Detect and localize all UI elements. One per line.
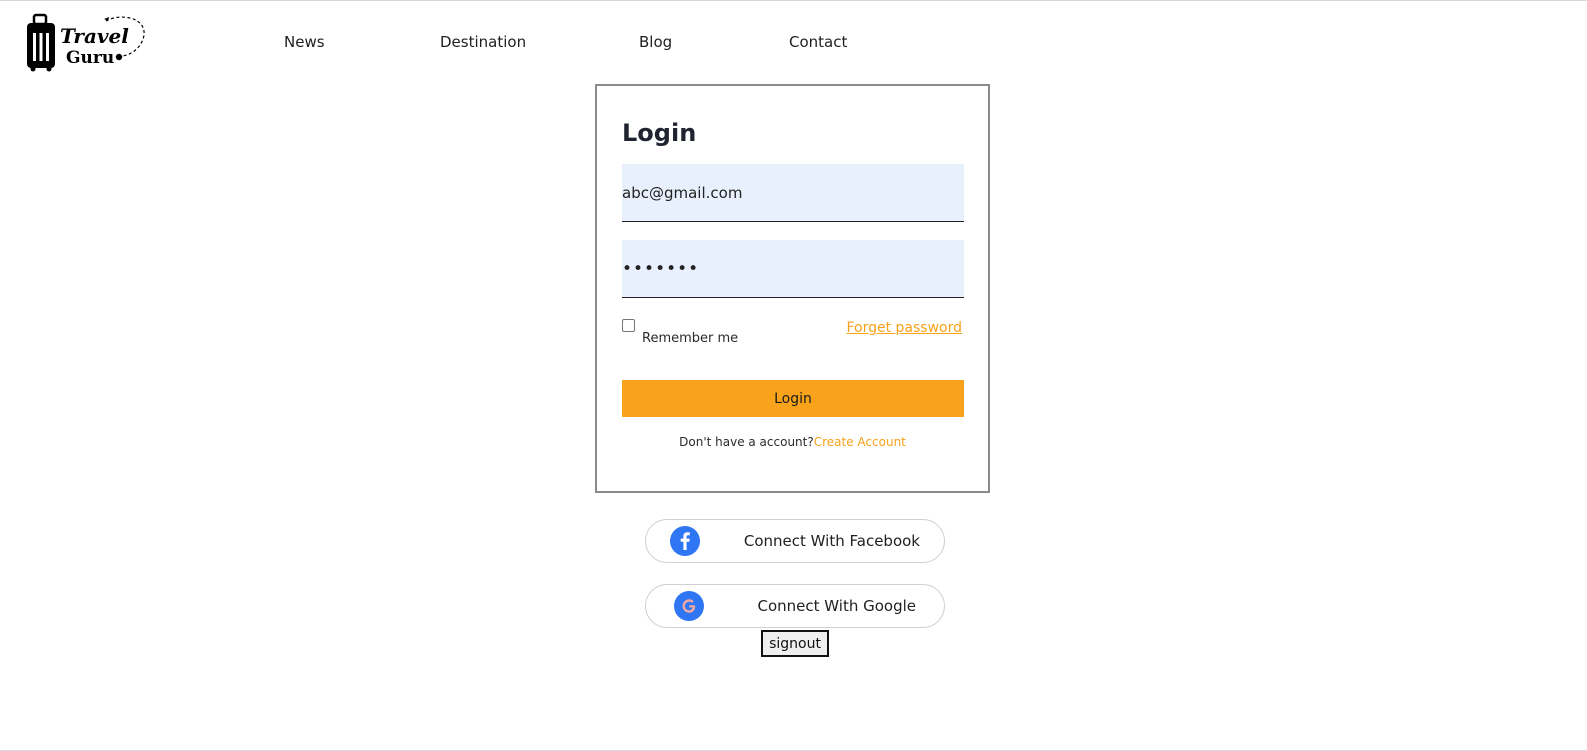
forget-password-link[interactable]: Forget password — [846, 320, 962, 336]
connect-google-button[interactable]: Connect With Google — [645, 584, 945, 628]
remember-me-checkbox[interactable] — [622, 319, 635, 332]
nav-destination[interactable]: Destination — [440, 33, 526, 51]
create-account-line: Don't have a account?Create Account — [597, 435, 988, 449]
facebook-icon — [670, 526, 700, 556]
login-button[interactable]: Login — [622, 380, 964, 417]
login-title: Login — [622, 119, 697, 147]
facebook-label: Connect With Facebook — [743, 532, 920, 550]
google-label: Connect With Google — [757, 597, 916, 615]
email-field[interactable] — [622, 164, 964, 222]
remember-me-label: Remember me — [642, 331, 739, 346]
travel-guru-logo[interactable]: Travel Guru — [24, 13, 148, 73]
login-card: Login Remember me Forget password Login … — [595, 84, 990, 493]
svg-text:Guru: Guru — [66, 48, 114, 68]
connect-facebook-button[interactable]: Connect With Facebook — [645, 519, 945, 563]
nav-contact[interactable]: Contact — [789, 33, 847, 51]
no-account-text: Don't have a account? — [679, 435, 814, 449]
nav-blog[interactable]: Blog — [639, 33, 672, 51]
create-account-link[interactable]: Create Account — [814, 435, 906, 449]
nav-news[interactable]: News — [284, 33, 325, 51]
google-icon — [674, 591, 704, 621]
suitcase-icon: Travel Guru — [27, 13, 145, 72]
svg-text:Travel: Travel — [60, 24, 129, 48]
password-field[interactable] — [622, 240, 964, 298]
signout-button[interactable]: signout — [761, 630, 829, 657]
page: Travel Guru News Destination Blog Contac… — [0, 0, 1587, 751]
